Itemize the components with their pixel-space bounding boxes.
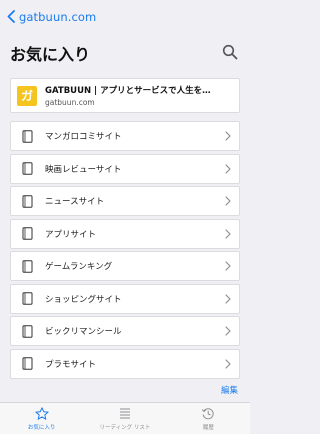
tab-label: 履歴: [202, 425, 214, 431]
book-icon: [22, 194, 33, 208]
folder-row[interactable]: 映画レビューサイト: [10, 153, 240, 184]
tab-bar: お気に入り リーディング リスト 履歴: [0, 403, 250, 434]
reading-list-icon: [118, 407, 132, 420]
folder-label: プラモサイト: [45, 359, 97, 370]
edit-button[interactable]: 編集: [221, 384, 238, 396]
tab-reading-list[interactable]: リーディング リスト: [83, 403, 166, 434]
folder-label: アプリサイト: [45, 229, 97, 240]
chevron-right-icon: [225, 163, 231, 174]
folder-label: 映画レビューサイト: [45, 164, 122, 175]
chevron-right-icon: [225, 261, 231, 271]
folder-row[interactable]: ニュースサイト: [10, 186, 240, 216]
book-icon: [22, 162, 33, 175]
star-icon: [35, 407, 49, 420]
search-button[interactable]: [222, 44, 238, 60]
folder-label: ニュースサイト: [45, 197, 105, 207]
folder-row[interactable]: プラモサイト: [10, 348, 240, 379]
chevron-right-icon: [225, 228, 231, 239]
search-icon: [222, 44, 238, 64]
site-text: GATBUUN | アプリとサービスで人生を… gatbuun.com: [45, 84, 215, 107]
book-icon: [22, 227, 33, 240]
tab-favorites[interactable]: お気に入り: [0, 403, 83, 434]
chevron-right-icon: [225, 358, 231, 369]
chevron-right-icon: [225, 196, 231, 206]
folder-row[interactable]: マンガロコミサイト: [10, 121, 240, 151]
chevron-right-icon: [225, 326, 231, 336]
folder-row[interactable]: アプリサイト: [10, 218, 240, 249]
book-icon: [22, 129, 33, 143]
folder-label: ゲームランキング: [45, 262, 113, 272]
tab-history[interactable]: 履歴: [167, 403, 250, 434]
back-button[interactable]: gatbuun.com: [7, 8, 96, 27]
favorite-site-card[interactable]: ガ GATBUUN | アプリとサービスで人生を… gatbuun.com: [10, 78, 240, 113]
favorites-list: ガ GATBUUN | アプリとサービスで人生を… gatbuun.com マン…: [10, 78, 240, 381]
page-header: お気に入り: [0, 38, 250, 68]
back-label: gatbuun.com: [19, 10, 97, 24]
book-icon: [22, 259, 33, 273]
folder-label: ビックリマンシール: [45, 327, 122, 337]
folder-label: ショッピングサイト: [45, 294, 122, 305]
chevron-left-icon: [7, 8, 15, 27]
book-icon: [22, 292, 33, 305]
site-url: gatbuun.com: [45, 98, 95, 107]
book-icon: [22, 324, 33, 338]
chevron-right-icon: [225, 131, 231, 141]
site-logo: ガ: [17, 85, 37, 106]
site-title: GATBUUN | アプリとサービスで人生を…: [45, 86, 211, 96]
chevron-right-icon: [225, 293, 231, 304]
page-title: お気に入り: [10, 45, 91, 64]
folder-row[interactable]: ゲームランキング: [10, 251, 240, 281]
folder-row[interactable]: ビックリマンシール: [10, 316, 240, 346]
tab-label: リーディング リスト: [99, 425, 151, 431]
tab-label: お気に入り: [27, 425, 56, 431]
favorites-screen: gatbuun.com お気に入り ガ GATBUUN | アプリとサービスで人…: [0, 0, 250, 434]
folder-list: マンガロコミサイト 映画レビューサイト ニュースサイト アプリサイトゲームランキングシ…: [10, 121, 240, 379]
folder-row[interactable]: ショッピングサイト: [10, 283, 240, 314]
folder-label: マンガロコミサイト: [45, 132, 122, 142]
book-icon: [22, 357, 33, 370]
top-bar: gatbuun.com: [0, 0, 250, 34]
history-icon: [201, 407, 215, 420]
